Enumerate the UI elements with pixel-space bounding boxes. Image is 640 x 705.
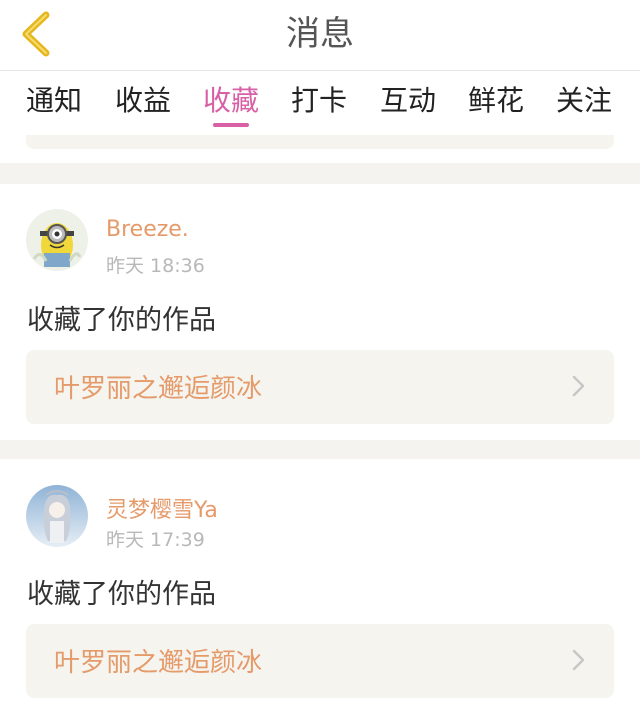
- action-text: 收藏了你的作品: [27, 579, 216, 610]
- avatar[interactable]: [26, 485, 88, 547]
- previous-message-card: [0, 135, 640, 163]
- page-title: 消息: [286, 14, 354, 54]
- chevron-right-icon: [572, 649, 585, 671]
- active-tab-indicator: [213, 123, 249, 127]
- tab-label: 互动: [379, 84, 436, 117]
- tab-flowers[interactable]: 鲜花: [464, 81, 528, 131]
- tab-interaction[interactable]: 互动: [376, 81, 440, 131]
- username[interactable]: 灵梦樱雪Ya: [106, 492, 218, 524]
- message-card: Breeze. 昨天 18:36 收藏了你的作品 叶罗丽之邂逅颜冰: [0, 184, 640, 440]
- tab-follow[interactable]: 关注: [552, 81, 616, 131]
- username[interactable]: Breeze.: [106, 217, 189, 242]
- header-bar: 消息: [0, 0, 640, 71]
- work-link[interactable]: 叶罗丽之邂逅颜冰: [26, 624, 614, 698]
- tab-favorites[interactable]: 收藏: [199, 81, 263, 131]
- app: 消息 通知 收益 收藏 打卡 互动 鲜花 关注 Breeze. 昨天 18:36…: [0, 0, 640, 705]
- message-card: 灵梦樱雪Ya 昨天 17:39 收藏了你的作品 叶罗丽之邂逅颜冰: [0, 459, 640, 705]
- work-link[interactable]: 叶罗丽之邂逅颜冰: [26, 350, 614, 424]
- tab-checkin[interactable]: 打卡: [287, 81, 351, 131]
- previous-work-link[interactable]: [26, 135, 614, 149]
- timestamp: 昨天 17:39: [106, 529, 205, 551]
- anime-girl-avatar-icon: [26, 485, 88, 547]
- action-text: 收藏了你的作品: [27, 305, 216, 336]
- tab-earnings[interactable]: 收益: [111, 81, 175, 131]
- tab-label: 收益: [114, 84, 171, 117]
- tab-label: 鲜花: [467, 84, 524, 117]
- tab-notifications[interactable]: 通知: [22, 81, 86, 131]
- tab-bar: 通知 收益 收藏 打卡 互动 鲜花 关注: [0, 71, 640, 135]
- work-title: 叶罗丽之邂逅颜冰: [54, 648, 263, 678]
- work-title: 叶罗丽之邂逅颜冰: [54, 374, 263, 404]
- chevron-right-icon: [572, 375, 585, 397]
- timestamp: 昨天 18:36: [106, 255, 205, 277]
- tab-label: 收藏: [202, 84, 259, 117]
- minion-avatar-icon: [26, 209, 88, 271]
- tab-label: 通知: [25, 84, 82, 117]
- tab-label: 打卡: [290, 84, 347, 117]
- avatar[interactable]: [26, 209, 88, 271]
- tab-label: 关注: [555, 84, 612, 117]
